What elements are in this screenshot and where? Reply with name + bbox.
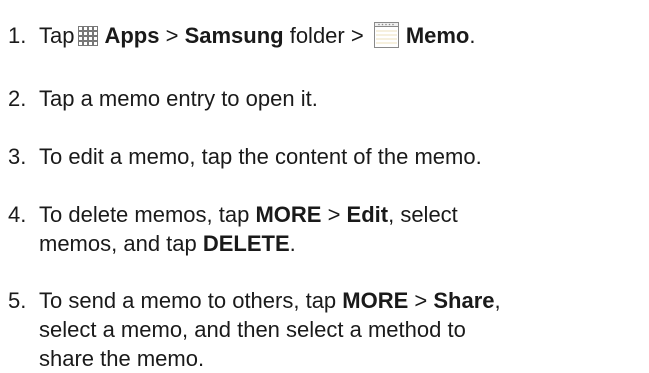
memo-notepad-icon <box>373 22 399 48</box>
step-line: To edit a memo, tap the content of the m… <box>39 144 482 169</box>
step-number: 2. <box>8 86 27 111</box>
step-number: 3. <box>8 144 27 169</box>
period: . <box>289 231 296 256</box>
more-label: MORE <box>255 202 322 227</box>
separator: > <box>159 23 185 48</box>
memo-label: Memo <box>405 23 470 48</box>
text-fragment: , select <box>388 202 458 227</box>
step-text: To edit a memo, tap the content of the m… <box>39 142 645 171</box>
step-line: share the memo. <box>39 346 205 371</box>
text-fragment: , <box>494 288 501 313</box>
apps-label: Apps <box>104 23 160 48</box>
edit-label: Edit <box>346 202 389 227</box>
tap-word: Tap <box>39 23 75 48</box>
share-label: Share <box>433 288 495 313</box>
step-line: Tap a memo entry to open it. <box>39 86 318 111</box>
more-label: MORE <box>342 288 409 313</box>
step-number: 4. <box>8 202 27 227</box>
step-line: select a memo, and then select a method … <box>39 317 466 342</box>
separator: > <box>408 288 434 313</box>
step-text: Tap a memo entry to open it. <box>39 84 645 113</box>
step-text: Tap Apps > Samsung folder > Memo. <box>39 21 645 50</box>
text-fragment: To delete memos, tap <box>39 202 256 227</box>
samsung-label: Samsung <box>184 23 284 48</box>
separator: > <box>321 202 347 227</box>
text-fragment: To send a memo to others, tap <box>39 288 343 313</box>
text-fragment: memos, and tap <box>39 231 203 256</box>
step-text: To send a memo to others, tap MORE > Sha… <box>39 286 645 373</box>
step-number: 1. <box>8 23 27 48</box>
apps-grid-icon <box>78 24 99 46</box>
step-text: To delete memos, tap MORE > Edit, select… <box>39 200 645 258</box>
folder-text: folder > <box>283 23 370 48</box>
delete-label: DELETE <box>202 231 290 256</box>
period: . <box>469 23 476 48</box>
step-number: 5. <box>8 288 27 313</box>
